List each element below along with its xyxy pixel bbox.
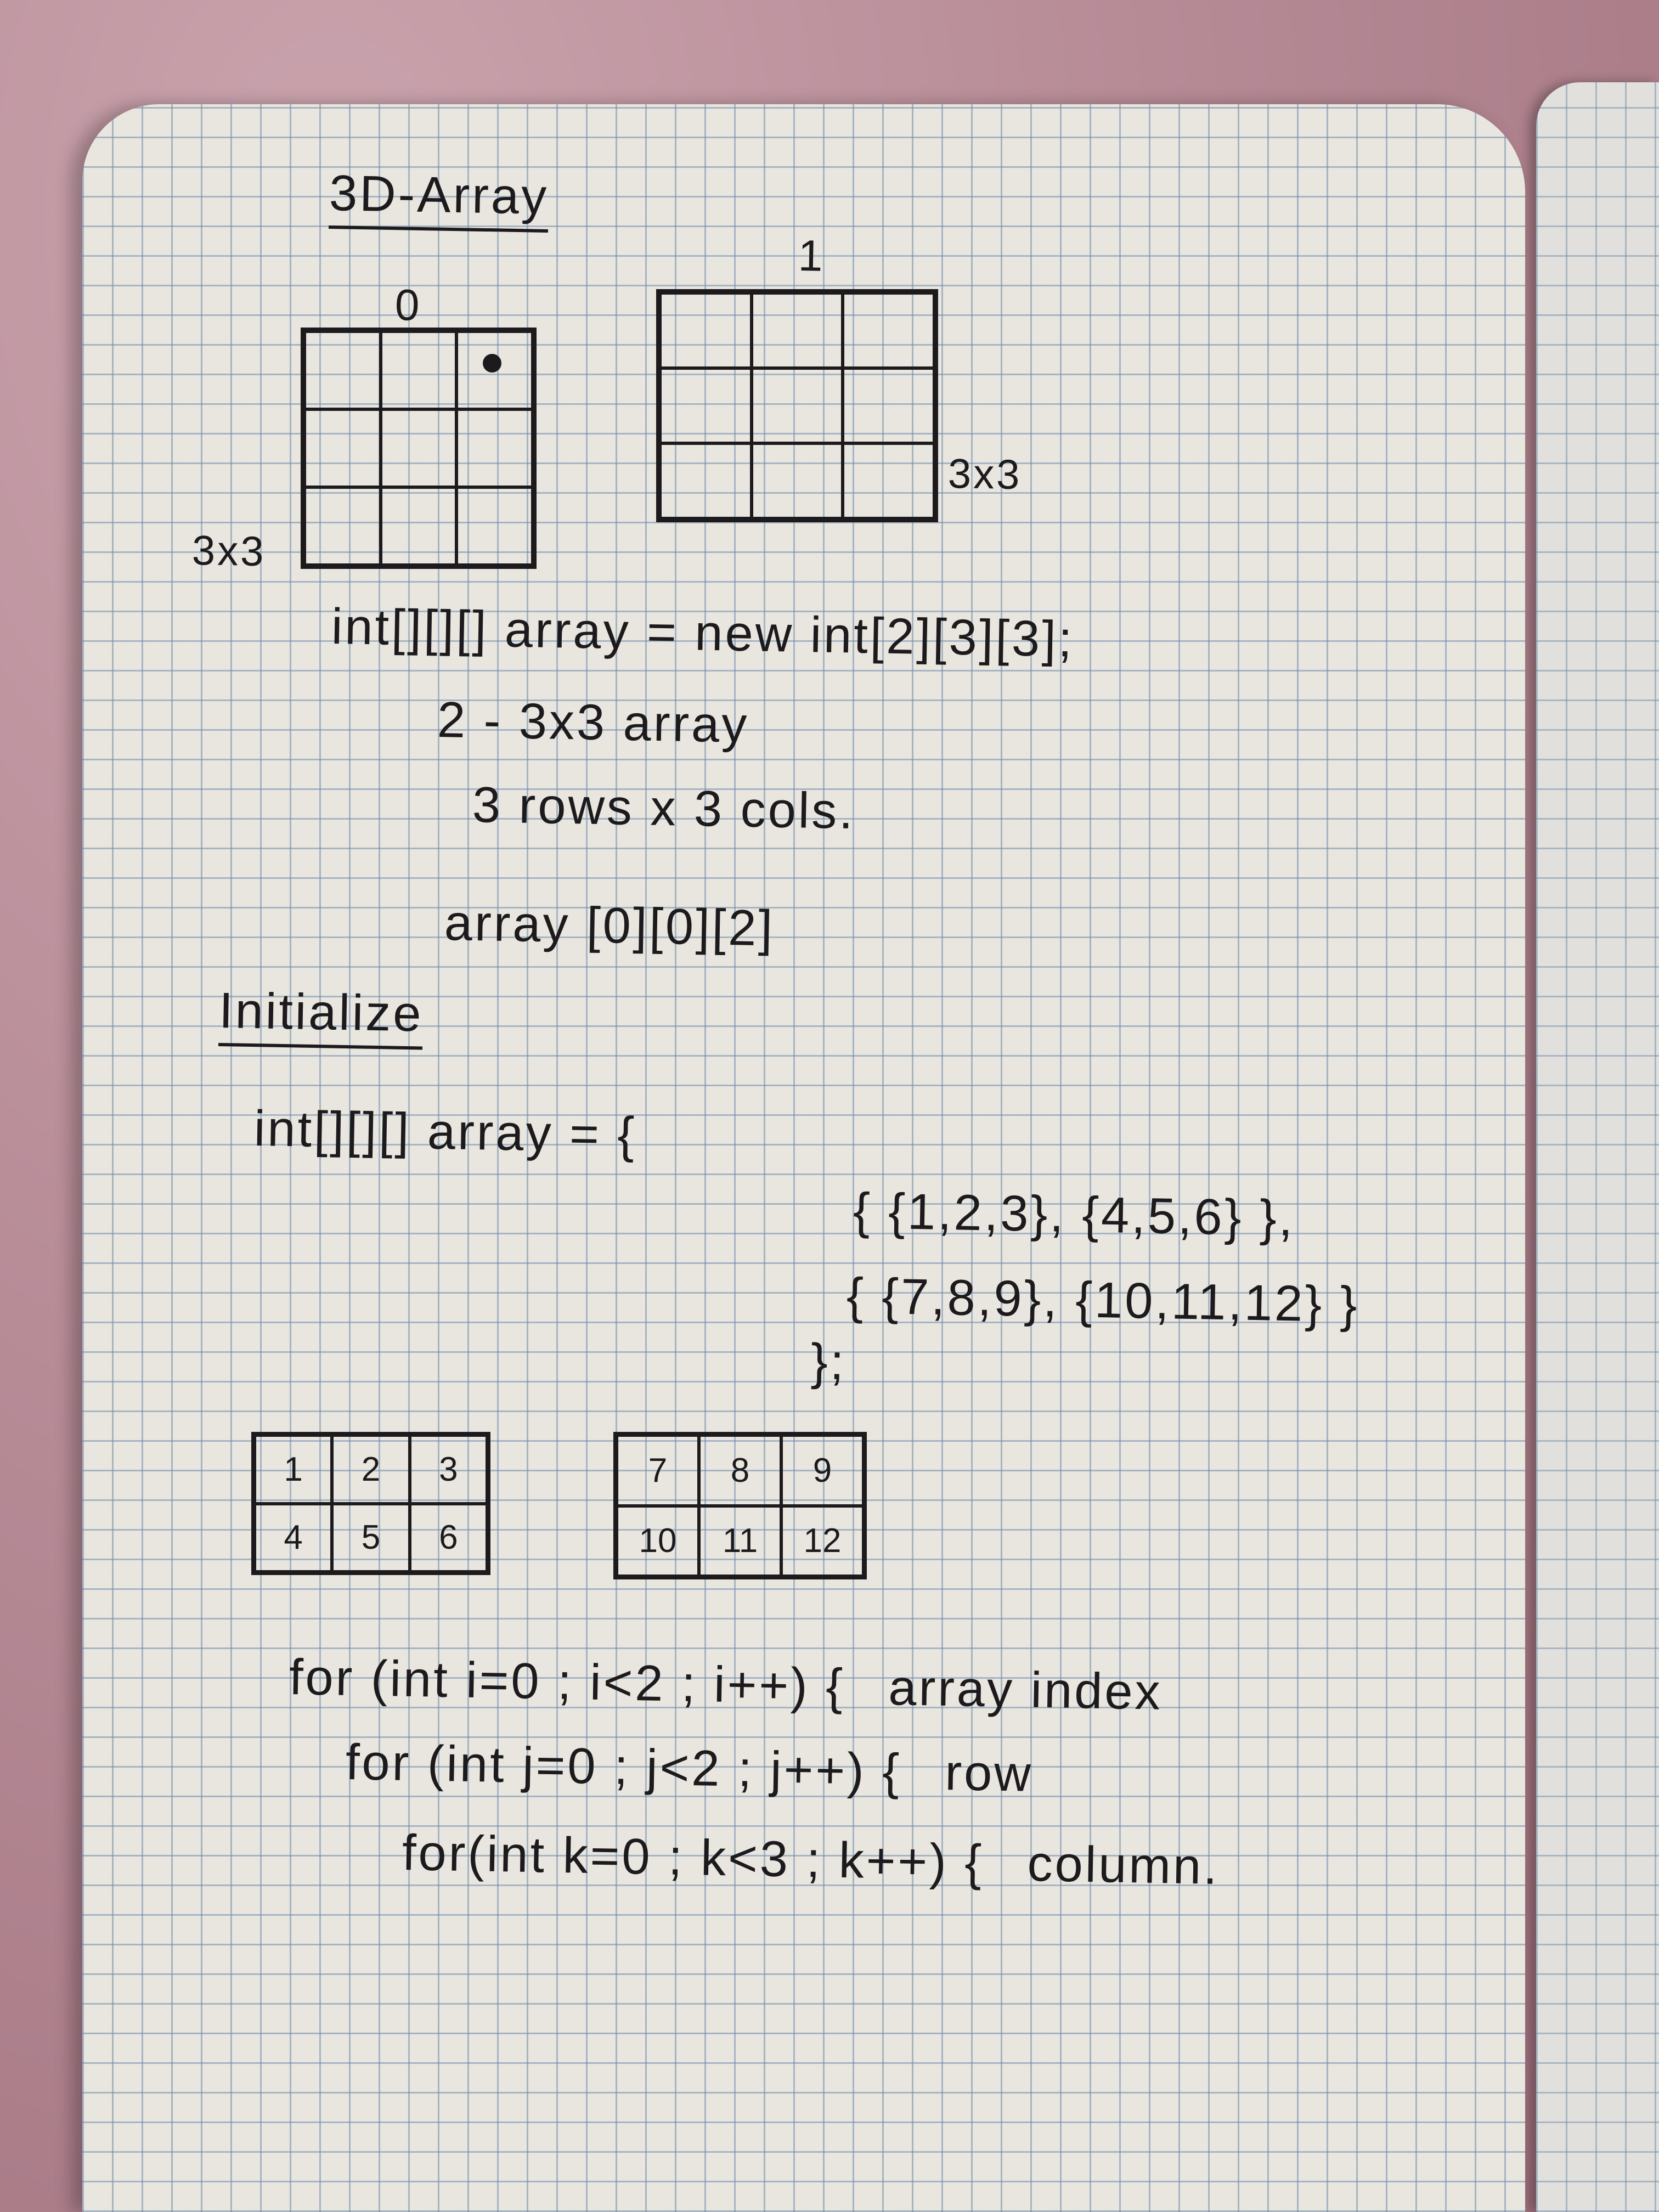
table-cell: 2 xyxy=(332,1435,410,1504)
table-cell: 3 xyxy=(409,1435,487,1504)
table-cell: 1 xyxy=(255,1435,332,1504)
facing-page xyxy=(1536,82,1659,2212)
grid1-label: 1 xyxy=(798,231,826,280)
explanation-line-2: 3 rows x 3 cols. xyxy=(472,777,856,840)
initialize-heading: Initialize xyxy=(218,982,424,1050)
grid0-label: 0 xyxy=(394,280,422,330)
table-array-0: 1 2 3 4 5 6 xyxy=(251,1432,490,1575)
table-cell: 4 xyxy=(255,1503,332,1572)
table-cell: 9 xyxy=(781,1435,864,1506)
table-cell: 8 xyxy=(699,1435,781,1506)
init-line-1: int[][][] array = { xyxy=(253,1101,637,1164)
table-cell: 10 xyxy=(617,1505,699,1576)
loop-comment: row xyxy=(944,1745,1034,1802)
highlighted-cell-dot xyxy=(483,354,501,373)
table-cell: 5 xyxy=(332,1503,410,1572)
explanation-line-1: 2 - 3x3 array xyxy=(437,692,750,753)
grid-diagram-1 xyxy=(656,289,938,522)
access-example: array [0][0][2] xyxy=(444,895,775,957)
table-cell: 6 xyxy=(409,1503,487,1572)
grid1-size-label: 3x3 xyxy=(947,450,1023,499)
loop-comment: column. xyxy=(1026,1835,1220,1895)
init-line-4: }; xyxy=(810,1334,847,1391)
table-cell: 12 xyxy=(781,1505,864,1576)
loop-code: for (int i=0 ; i<2 ; i++) { xyxy=(289,1649,845,1715)
loop-line-j: for (int j=0 ; j<2 ; j++) { row xyxy=(345,1734,1034,1803)
loop-comment: array index xyxy=(888,1660,1163,1720)
loop-code: for(int k=0 ; k<3 ; k++) { xyxy=(402,1825,985,1891)
grid0-size-label: 3x3 xyxy=(191,527,267,575)
table-cell: 7 xyxy=(617,1435,699,1506)
table-cell: 11 xyxy=(699,1505,781,1576)
init-line-3: { {7,8,9}, {10,11,12} } xyxy=(846,1268,1360,1333)
init-line-2: { {1,2,3}, {4,5,6} }, xyxy=(853,1183,1296,1247)
table-array-1: 7 8 9 10 11 12 xyxy=(613,1432,867,1579)
loop-code: for (int j=0 ; j<2 ; j++) { xyxy=(345,1734,902,1800)
page-title: 3D-Array xyxy=(328,165,550,233)
